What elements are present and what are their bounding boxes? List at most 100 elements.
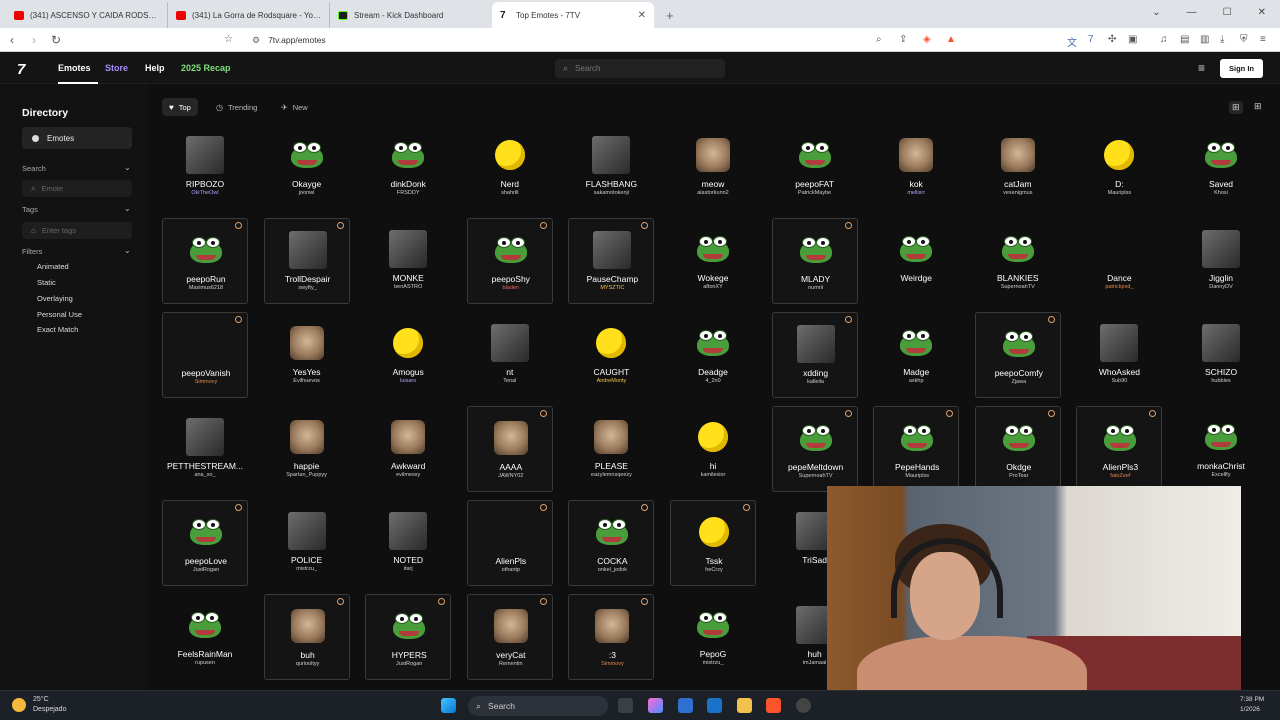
emote-card[interactable]: MONKE benASTRO bbox=[365, 218, 451, 304]
emote-author[interactable]: quriooltyy bbox=[265, 661, 351, 667]
emote-author[interactable]: SupernoahTV bbox=[975, 284, 1061, 290]
emote-search-field[interactable]: ⌕ Emote bbox=[22, 180, 132, 197]
forward-icon[interactable]: › bbox=[24, 33, 44, 47]
menu-icon[interactable]: ≡ bbox=[1260, 34, 1266, 45]
browser-tab-3[interactable]: Stream - Kick Dashboard bbox=[330, 2, 492, 28]
emote-author[interactable]: askhp bbox=[873, 378, 959, 384]
tab-new[interactable]: ✈ New bbox=[274, 98, 315, 116]
media-icon[interactable]: ♫ bbox=[1160, 34, 1168, 45]
emote-author[interactable]: DannyDV bbox=[1178, 284, 1264, 290]
new-tab-button[interactable]: + bbox=[666, 2, 674, 28]
emote-card[interactable]: PETTHESTREAM... ana_so_ bbox=[162, 406, 248, 492]
minimize-icon[interactable]: — bbox=[1187, 7, 1197, 18]
emote-author[interactable]: SupernoahTV bbox=[773, 473, 859, 479]
emote-author[interactable]: Spartan_Puppyy bbox=[264, 472, 350, 478]
browser-tab-1[interactable]: (341) ASCENSO Y CAIDA RODSQUAR bbox=[6, 2, 168, 28]
emote-author[interactable]: PatrickMaybe bbox=[772, 190, 858, 196]
emote-author[interactable]: Evilhuevos bbox=[264, 378, 350, 384]
emote-author[interactable]: Zjawa bbox=[976, 379, 1062, 385]
filter-personal-use[interactable]: Personal Use bbox=[37, 310, 82, 319]
emote-author[interactable]: JustRogan bbox=[163, 567, 249, 573]
emote-author[interactable]: 4_2n0 bbox=[670, 378, 756, 384]
filter-static[interactable]: Static bbox=[37, 278, 56, 287]
vpn-icon[interactable]: ⛨ bbox=[1240, 34, 1248, 45]
emote-author[interactable]: aftonXY bbox=[670, 284, 756, 290]
emote-card[interactable]: AlienPls othantp bbox=[466, 500, 553, 586]
emote-card[interactable]: meow alastorkunn2 bbox=[670, 124, 756, 210]
emote-card[interactable]: PLEASE eazylemnsqeezy bbox=[568, 406, 654, 492]
emote-author[interactable]: JustRogan bbox=[366, 661, 452, 667]
emote-card[interactable]: YesYes Evilhuevos bbox=[264, 312, 350, 398]
wallet-icon[interactable]: ▥ bbox=[1200, 34, 1209, 45]
emote-author[interactable]: OkiTheOwl bbox=[162, 190, 248, 196]
maximize-icon[interactable]: ☐ bbox=[1223, 7, 1232, 18]
nav-store[interactable]: Store bbox=[105, 63, 128, 73]
filter-overlaying[interactable]: Overlaying bbox=[37, 294, 73, 303]
emote-card[interactable]: Awkward evilmessy bbox=[365, 406, 451, 492]
emote-card[interactable]: dinkDonk FRSDDY bbox=[365, 124, 451, 210]
emote-author[interactable]: vexenigmus bbox=[975, 190, 1061, 196]
emote-author[interactable]: numrii bbox=[773, 285, 859, 291]
emote-card[interactable]: Madge askhp bbox=[873, 312, 959, 398]
emote-author[interactable]: patrickpxd_ bbox=[1076, 284, 1162, 290]
site-search-input[interactable]: ⌕ Search bbox=[555, 59, 725, 78]
emote-card[interactable]: PepeHands Mauriplss bbox=[873, 406, 960, 492]
small-grid-icon[interactable]: ⊞ bbox=[1254, 101, 1262, 112]
reload-icon[interactable]: ↻ bbox=[46, 33, 66, 47]
emote-card[interactable]: PauseChamp MYSZTIC bbox=[568, 218, 655, 304]
emote-card[interactable]: Jigglin DannyDV bbox=[1178, 218, 1264, 304]
emote-author[interactable]: heCrzy bbox=[671, 567, 757, 573]
emote-card[interactable]: Dance patrickpxd_ bbox=[1076, 218, 1162, 304]
emote-card[interactable]: peepoLove JustRogan bbox=[162, 500, 248, 586]
emote-author[interactable]: Mauriplss bbox=[1076, 190, 1162, 196]
emote-author[interactable]: kamilexior bbox=[670, 472, 756, 478]
emote-card[interactable]: catJam vexenigmus bbox=[975, 124, 1061, 210]
close-tab-icon[interactable]: ✕ bbox=[638, 10, 646, 21]
brave-rewards-icon[interactable]: ▲ bbox=[946, 34, 956, 45]
chevron-down-icon[interactable]: ⌄ bbox=[124, 204, 131, 213]
nav-emotes[interactable]: Emotes bbox=[58, 63, 91, 73]
emote-author[interactable]: FRSDDY bbox=[365, 190, 451, 196]
tab-top[interactable]: ♥ Top bbox=[162, 98, 198, 116]
emote-card[interactable]: peepoVanish Simmovy bbox=[162, 312, 248, 398]
emote-card[interactable]: nt Tenal bbox=[467, 312, 553, 398]
close-icon[interactable]: ✕ bbox=[1258, 7, 1266, 18]
emote-author[interactable]: Rementin bbox=[468, 661, 554, 667]
extension-icon[interactable]: ✣ bbox=[1108, 34, 1116, 45]
emote-card[interactable]: kok mellsirr bbox=[873, 124, 959, 210]
emote-card[interactable]: monkaChrist Excellfy bbox=[1178, 406, 1264, 492]
screenshot-icon[interactable]: ▣ bbox=[1128, 34, 1137, 45]
translate-icon[interactable]: 文 bbox=[1067, 34, 1077, 49]
emote-author[interactable]: luisaro bbox=[365, 378, 451, 384]
emote-card[interactable]: POLICE mistrzu_ bbox=[264, 500, 350, 586]
emote-card[interactable]: happie Spartan_Puppyy bbox=[264, 406, 350, 492]
emote-card[interactable]: MLADY numrii bbox=[771, 218, 859, 304]
emote-author[interactable]: AndreMonty bbox=[568, 378, 654, 384]
7tv-logo-icon[interactable]: 7 bbox=[17, 61, 25, 78]
weather-widget[interactable]: 25°C Despejado bbox=[12, 695, 66, 715]
emote-author[interactable]: JAWNY02 bbox=[468, 473, 554, 479]
sidebar-icon[interactable]: ▤ bbox=[1180, 34, 1189, 45]
back-icon[interactable]: ‹ bbox=[2, 33, 22, 47]
task-view-icon[interactable] bbox=[618, 698, 633, 713]
emote-card[interactable]: BLANKIES SupernoahTV bbox=[975, 218, 1061, 304]
emote-card[interactable]: AAAA JAWNY02 bbox=[466, 406, 554, 492]
chevron-down-icon[interactable]: ⌄ bbox=[1152, 7, 1160, 18]
emote-card[interactable]: peepoShy bladen bbox=[466, 218, 553, 304]
emote-author[interactable]: Simmovy bbox=[163, 379, 249, 385]
emote-author[interactable]: mistrzu_ bbox=[264, 566, 350, 572]
emote-card[interactable]: peepoRun Maximus6218 bbox=[162, 218, 248, 304]
emote-card[interactable]: Okayge joonwi bbox=[264, 124, 350, 210]
emote-card[interactable]: WhoAsked Sub90 bbox=[1076, 312, 1162, 398]
emote-author[interactable]: Khosi bbox=[1178, 190, 1264, 196]
emote-author[interactable]: mistrzu_ bbox=[670, 660, 756, 666]
outlook-icon[interactable] bbox=[707, 698, 722, 713]
emote-author[interactable]: rupusen bbox=[162, 660, 248, 666]
emote-card[interactable]: xdding kalleila bbox=[771, 312, 858, 398]
emote-card[interactable]: RIPBOZO OkiTheOwl bbox=[162, 124, 248, 210]
obs-icon[interactable] bbox=[796, 698, 811, 713]
emote-card[interactable]: Wokege aftonXY bbox=[670, 218, 756, 304]
brave-shields-icon[interactable]: ◈ bbox=[923, 34, 931, 45]
emote-author[interactable]: onkel_jodok bbox=[569, 567, 655, 573]
nav-recap[interactable]: 2025 Recap bbox=[181, 63, 231, 73]
